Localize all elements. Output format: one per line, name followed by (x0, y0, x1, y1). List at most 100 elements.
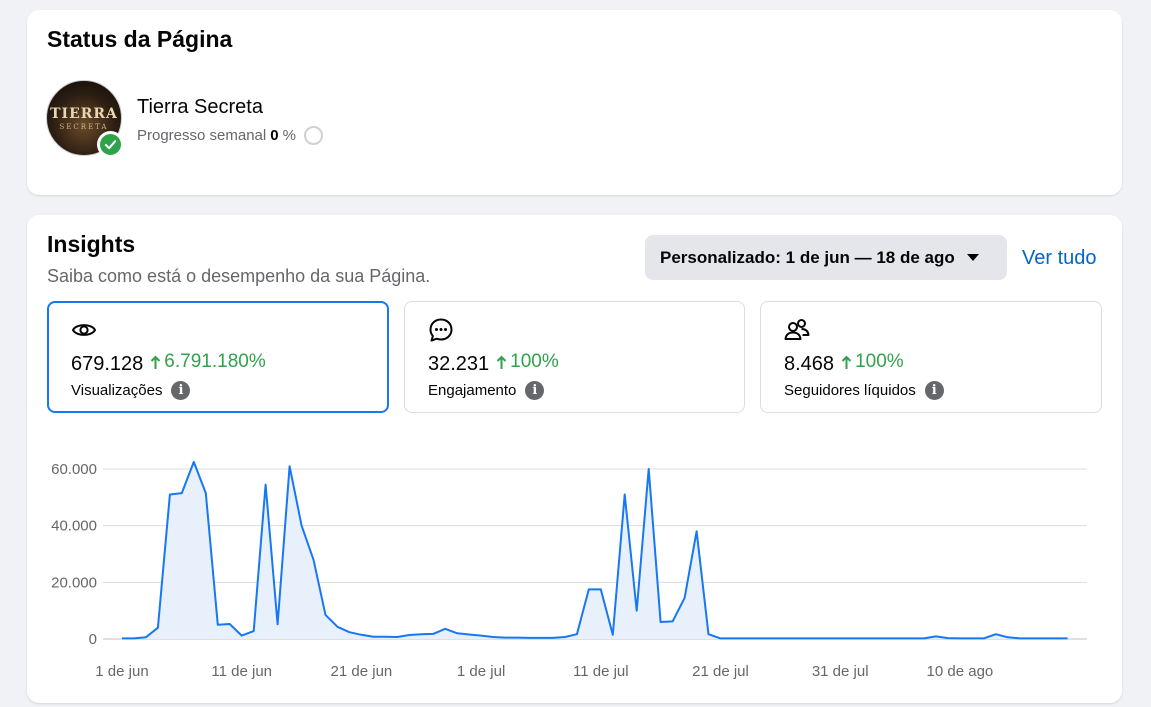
progress-ring-icon (303, 126, 323, 145)
data-point (585, 585, 593, 593)
data-point (453, 629, 461, 637)
data-point (788, 634, 796, 642)
data-point (345, 628, 353, 636)
data-point (633, 607, 641, 615)
progress-label: Progresso semanal (137, 127, 267, 144)
data-point (178, 489, 186, 497)
y-tick-label: 60.000 (51, 461, 97, 478)
data-point (956, 634, 964, 642)
data-point (214, 621, 222, 629)
data-point (525, 634, 533, 642)
data-point (262, 481, 270, 489)
data-point (393, 633, 401, 641)
data-point (1052, 634, 1060, 642)
data-point (848, 634, 856, 642)
data-point (884, 634, 892, 642)
data-point (776, 634, 784, 642)
x-tick-label: 11 de jun (211, 663, 272, 680)
data-point (693, 527, 701, 535)
data-point (932, 632, 940, 640)
data-point (226, 620, 234, 628)
data-point (764, 634, 772, 642)
x-tick-label: 11 de jul (573, 663, 629, 680)
data-point (441, 625, 449, 633)
data-point (812, 634, 820, 642)
views-chart[interactable]: 0 20.000 40.000 60.000 1 de jun 11 de jun 21 d… (27, 215, 1122, 703)
data-point (681, 594, 689, 602)
y-tick-label: 0 (89, 631, 97, 648)
data-point (740, 634, 748, 642)
data-point (705, 630, 713, 638)
status-title: Status da Página (47, 26, 233, 52)
data-point (333, 623, 341, 631)
data-point (752, 634, 760, 642)
data-point (728, 634, 736, 642)
progress-unit: % (282, 127, 296, 144)
data-point (142, 633, 150, 641)
x-tick-label: 1 de jun (95, 663, 148, 680)
data-point (1016, 634, 1024, 642)
data-point (645, 465, 653, 473)
data-point (717, 634, 725, 642)
x-tick-label: 1 de jul (457, 663, 505, 680)
data-point (417, 630, 425, 638)
data-point (980, 634, 988, 642)
data-point (1040, 634, 1048, 642)
data-point (573, 630, 581, 638)
y-tick-label: 20.000 (51, 574, 97, 591)
avatar-logo-text: TIERRA (50, 106, 118, 122)
data-point (944, 634, 952, 642)
data-point (872, 634, 880, 642)
data-point (298, 522, 306, 530)
page-name[interactable]: Tierra Secreta (137, 96, 263, 119)
data-point (561, 633, 569, 641)
check-icon (97, 131, 124, 158)
data-point (369, 633, 377, 641)
x-tick-label: 21 de jul (692, 663, 749, 680)
data-point (800, 634, 808, 642)
data-point (513, 634, 521, 642)
data-point (621, 491, 629, 499)
data-point (489, 633, 497, 641)
x-tick-label: 31 de jul (812, 663, 869, 680)
data-point (501, 634, 509, 642)
data-point (238, 632, 246, 640)
data-point (250, 627, 258, 635)
data-point (477, 632, 485, 640)
progress-value: 0 (270, 127, 279, 144)
data-point (896, 634, 904, 642)
weekly-progress: Progresso semanal 0 % (137, 126, 323, 145)
data-point (154, 624, 162, 632)
data-point (274, 620, 282, 628)
data-point (310, 556, 318, 564)
data-point (118, 634, 126, 642)
data-point (537, 634, 545, 642)
data-point (405, 631, 413, 639)
x-tick-label: 21 de jun (331, 663, 393, 680)
data-point (166, 491, 174, 499)
avatar-logo-subtext: SECRETA (59, 123, 109, 131)
data-point (824, 634, 832, 642)
data-point (920, 634, 928, 642)
data-point (609, 631, 617, 639)
data-point (381, 633, 389, 641)
data-point (669, 617, 677, 625)
data-point (597, 585, 605, 593)
data-point (549, 634, 557, 642)
data-point (130, 634, 138, 642)
page-status-card: Status da Página TIERRA SECRETA Tierra S… (27, 10, 1122, 195)
data-point (836, 634, 844, 642)
data-point (465, 630, 473, 638)
data-point (657, 618, 665, 626)
x-tick-label: 10 de ago (927, 663, 994, 680)
data-point (908, 634, 916, 642)
data-point (321, 611, 329, 619)
data-point (1028, 634, 1036, 642)
data-point (1004, 633, 1012, 641)
series-area (122, 461, 1068, 639)
data-point (1064, 634, 1072, 642)
data-point (190, 458, 198, 466)
insights-card: Insights Saiba como está o desempenho da… (27, 215, 1122, 703)
data-point (202, 489, 210, 497)
y-tick-label: 40.000 (51, 518, 97, 535)
